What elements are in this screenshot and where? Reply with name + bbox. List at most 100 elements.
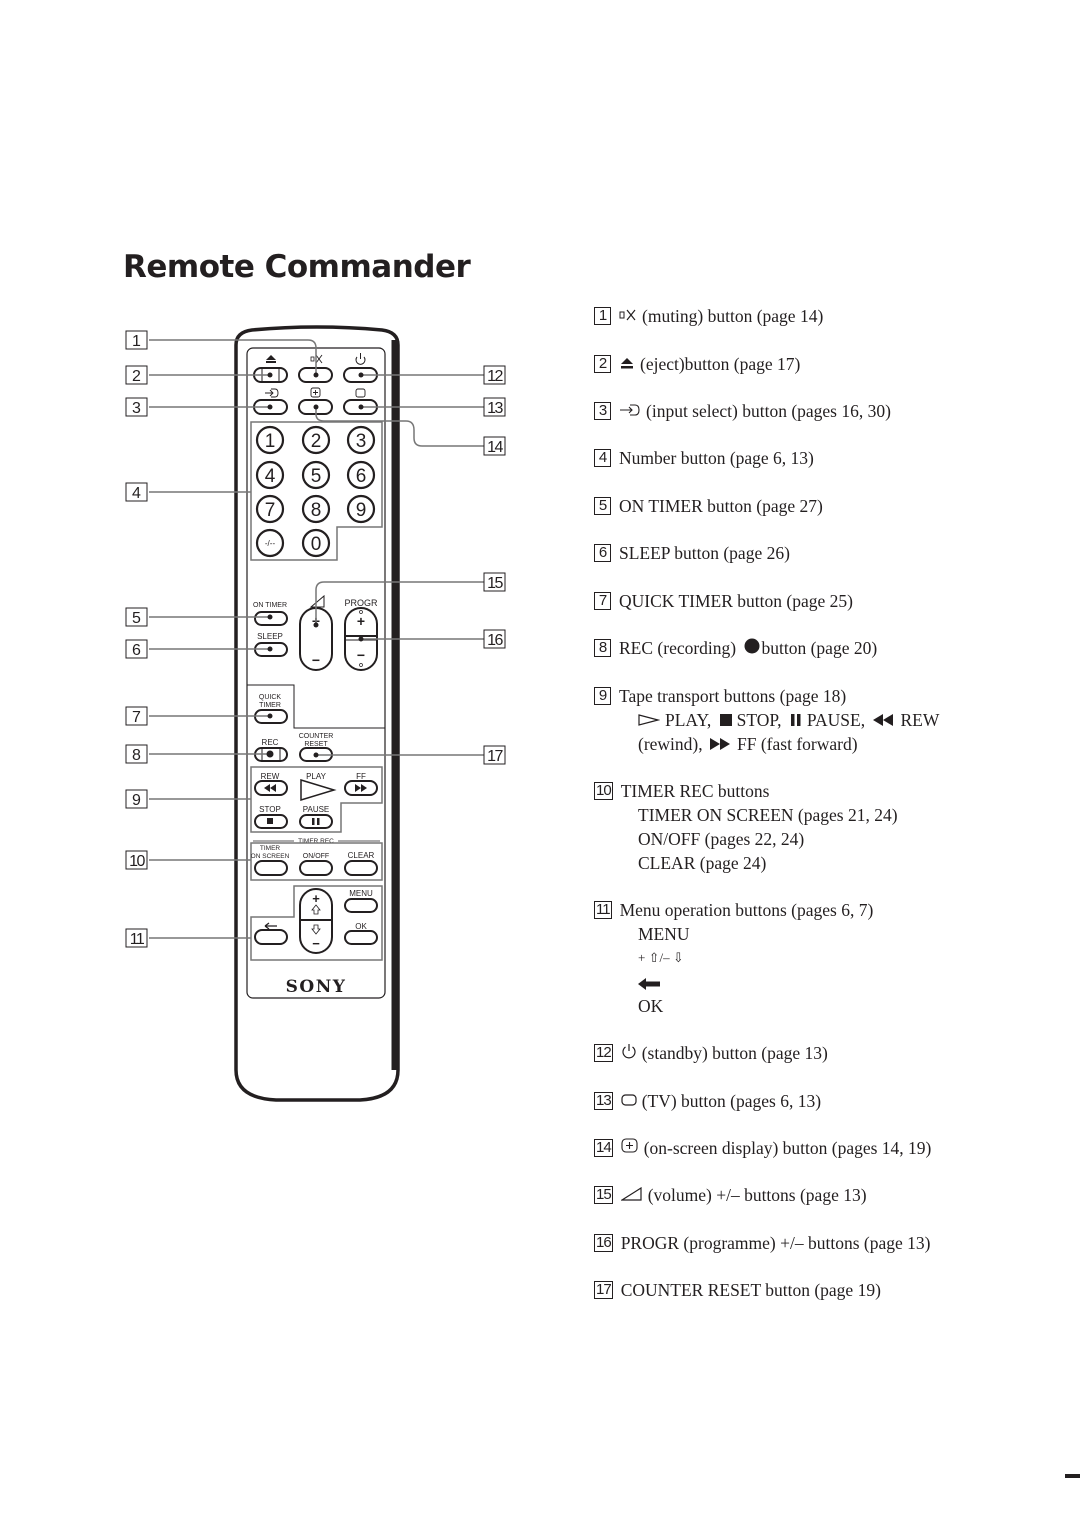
- menu-plus[interactable]: +: [312, 891, 320, 906]
- rew-button[interactable]: REW: [254, 772, 288, 796]
- number-button-label: -/--: [265, 539, 276, 548]
- legend-text: Tape transport buttons (page 18): [619, 686, 847, 706]
- tv-button[interactable]: [343, 388, 378, 415]
- timer-on-screen-label-1: TIMER: [260, 845, 281, 852]
- callout-4: 4: [125, 482, 148, 502]
- legend-sub-text: MENU: [638, 924, 690, 944]
- legend-text: (volume) +/– buttons (page 13): [647, 1185, 867, 1205]
- callout-9: 9: [125, 789, 148, 809]
- legend-item-8: 8 REC (recording) button (page 20): [594, 636, 877, 662]
- on-timer-button[interactable]: ON TIMER: [253, 602, 288, 626]
- tv-icon: [355, 388, 366, 398]
- rec-button[interactable]: REC: [254, 738, 288, 762]
- volume-icon: [309, 594, 325, 608]
- page-edge-marker: [1065, 1474, 1080, 1478]
- clear-button[interactable]: CLEAR: [344, 851, 378, 876]
- quick-timer-button[interactable]: QUICK TIMER: [254, 694, 288, 724]
- on-timer-label: ON TIMER: [253, 602, 287, 609]
- input-select-button[interactable]: [253, 388, 288, 415]
- callout-8: 8: [125, 744, 148, 764]
- back-button[interactable]: [254, 922, 288, 945]
- legend-item-2: 2 (eject)button (page 17): [594, 352, 800, 378]
- legend-number: 6: [594, 543, 611, 562]
- menu-label: MENU: [349, 889, 373, 898]
- standby-icon: [355, 353, 366, 365]
- timer-on-screen-button[interactable]: TIMER ON SCREEN: [251, 845, 290, 876]
- callout-12: 12: [483, 365, 506, 385]
- on-screen-display-icon: [621, 1136, 639, 1160]
- input-select-icon: [265, 388, 279, 398]
- number-button-label: 0: [311, 534, 322, 555]
- standby-button[interactable]: [343, 353, 378, 383]
- ff-text: FF (fast forward): [737, 734, 858, 754]
- stop-button[interactable]: STOP: [254, 805, 288, 829]
- legend-sub-text: ON/OFF (pages 22, 24): [638, 829, 805, 849]
- legend-text: Number button (page 6, 13): [619, 448, 814, 468]
- stop-text: STOP,: [736, 710, 782, 730]
- legend-item-15: 15 (volume) +/– buttons (page 13): [594, 1183, 867, 1209]
- menu-minus[interactable]: −: [312, 936, 320, 951]
- on-off-button[interactable]: ON/OFF: [299, 853, 333, 876]
- number-button[interactable]: -/--: [255, 528, 285, 558]
- play-icon: [300, 778, 337, 802]
- on-off-label: ON/OFF: [303, 853, 329, 860]
- callout-label: 2: [132, 368, 141, 385]
- legend-item-16: 16 PROGR (programme) +/– buttons (page 13…: [594, 1231, 930, 1255]
- eject-icon: [619, 352, 635, 376]
- number-button[interactable]: 5: [301, 460, 331, 490]
- legend-number: 7: [594, 591, 611, 610]
- legend-item-6: 6 SLEEP button (page 26): [594, 541, 790, 565]
- number-button[interactable]: 1: [255, 425, 285, 455]
- legend-number: 14: [594, 1138, 613, 1157]
- progr-plus[interactable]: +: [357, 613, 365, 629]
- callout-label: 13: [487, 400, 503, 417]
- legend-sub-text: CLEAR (page 24): [638, 853, 767, 873]
- number-button[interactable]: 7: [255, 494, 285, 524]
- play-text: PLAY,: [665, 710, 712, 730]
- legend-text-after: button (page 20): [761, 638, 878, 658]
- legend-number: 5: [594, 496, 611, 515]
- pause-button[interactable]: PAUSE: [299, 805, 333, 829]
- mute-icon: [619, 304, 637, 328]
- callout-label: 9: [132, 792, 141, 809]
- legend-text: QUICK TIMER button (page 25): [619, 591, 853, 611]
- number-button[interactable]: 3: [346, 425, 376, 455]
- eject-icon: [266, 355, 276, 363]
- ff-button[interactable]: FF: [344, 772, 378, 796]
- number-button[interactable]: 2: [301, 425, 331, 455]
- legend-text: Menu operation buttons (pages 6, 7): [619, 900, 874, 920]
- volume-icon: [619, 1183, 643, 1207]
- ok-label: OK: [355, 922, 367, 931]
- play-icon: [638, 708, 661, 732]
- callout-label: 11: [130, 931, 145, 948]
- legend-item-12: 12 (standby) button (page 13): [594, 1041, 828, 1067]
- callout-label: 14: [487, 439, 503, 456]
- legend-item-11: 11 Menu operation buttons (pages 6, 7): [594, 898, 873, 922]
- menu-up-down-rocker[interactable]: + −: [299, 888, 333, 954]
- number-button[interactable]: 8: [301, 494, 331, 524]
- legend-item-13: 13 (TV) button (pages 6, 13): [594, 1089, 821, 1115]
- volume-minus[interactable]: −: [312, 652, 320, 668]
- standby-icon: [621, 1041, 637, 1065]
- number-button[interactable]: 0: [301, 528, 331, 558]
- number-button[interactable]: 4: [255, 460, 285, 490]
- number-button[interactable]: 6: [346, 460, 376, 490]
- legend-number: 8: [594, 638, 611, 657]
- remote-illustration: 1 2 34 5 67 8 9-/-- 0 ON TIMER SLEEP + − PROGR …: [125, 325, 506, 1102]
- pause-label: PAUSE: [303, 805, 330, 814]
- legend-number: 1: [594, 306, 611, 325]
- legend-sub-text: OK: [638, 996, 664, 1016]
- play-button[interactable]: PLAY: [300, 772, 337, 802]
- menu-button[interactable]: MENU: [344, 889, 378, 913]
- legend-item-4: 4 Number button (page 6, 13): [594, 446, 814, 470]
- number-button[interactable]: 9: [346, 494, 376, 524]
- eject-button[interactable]: [253, 355, 288, 383]
- stop-icon: [267, 818, 273, 824]
- legend-item-10: 10 TIMER REC buttons: [594, 779, 769, 803]
- callout-7: 7: [125, 706, 148, 726]
- progr-minus[interactable]: −: [357, 647, 365, 663]
- ok-button[interactable]: OK: [344, 922, 378, 945]
- progr-rocker[interactable]: PROGR + −: [344, 598, 378, 671]
- legend-text: (eject)button (page 17): [640, 354, 801, 374]
- sleep-button[interactable]: SLEEP: [254, 632, 288, 657]
